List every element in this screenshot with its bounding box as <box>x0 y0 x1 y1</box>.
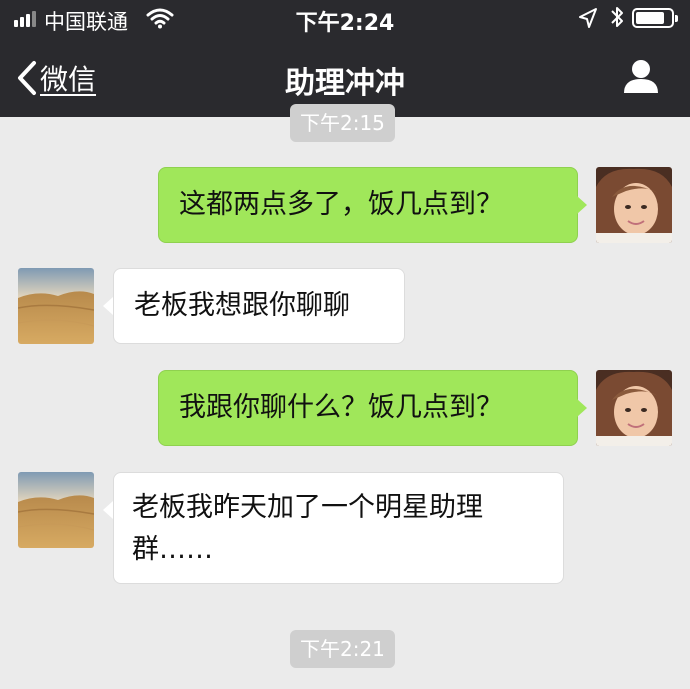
bluetooth-icon <box>609 5 625 34</box>
top-bar: 中国联通 下午2:24 微信 助理冲冲 <box>0 0 690 117</box>
girl-avatar[interactable] <box>596 370 672 446</box>
message-text: 我跟你聊什么？饭几点到？ <box>179 392 503 423</box>
desert-avatar[interactable] <box>18 268 94 344</box>
desert-avatar[interactable] <box>18 472 94 548</box>
message-text: 这都两点多了，饭几点到？ <box>179 189 503 220</box>
bubble-tail <box>103 501 113 519</box>
message-bubble-incoming[interactable]: 老板我想跟你聊聊 <box>113 268 405 344</box>
location-arrow-icon <box>578 7 598 33</box>
bubble-tail <box>577 196 587 214</box>
message-text: 老板我想跟你聊聊 <box>134 290 350 321</box>
contact-info-button[interactable] <box>622 58 660 98</box>
girl-avatar[interactable] <box>596 167 672 243</box>
timestamp: 下午2:21 <box>290 630 395 668</box>
person-icon <box>624 60 658 93</box>
timestamp: 下午2:15 <box>290 104 395 142</box>
message-bubble-incoming[interactable]: 老板我昨天加了一个明星助理群…… <box>113 472 564 584</box>
battery-icon <box>632 8 678 28</box>
bubble-tail <box>577 399 587 417</box>
message-text: 老板我昨天加了一个明星助理群…… <box>132 492 483 565</box>
message-bubble-outgoing[interactable]: 我跟你聊什么？饭几点到？ <box>158 370 578 446</box>
bubble-tail <box>103 297 113 315</box>
message-bubble-outgoing[interactable]: 这都两点多了，饭几点到？ <box>158 167 578 243</box>
chat-title: 助理冲冲 <box>285 66 405 101</box>
status-bar: 中国联通 下午2:24 <box>0 0 690 38</box>
